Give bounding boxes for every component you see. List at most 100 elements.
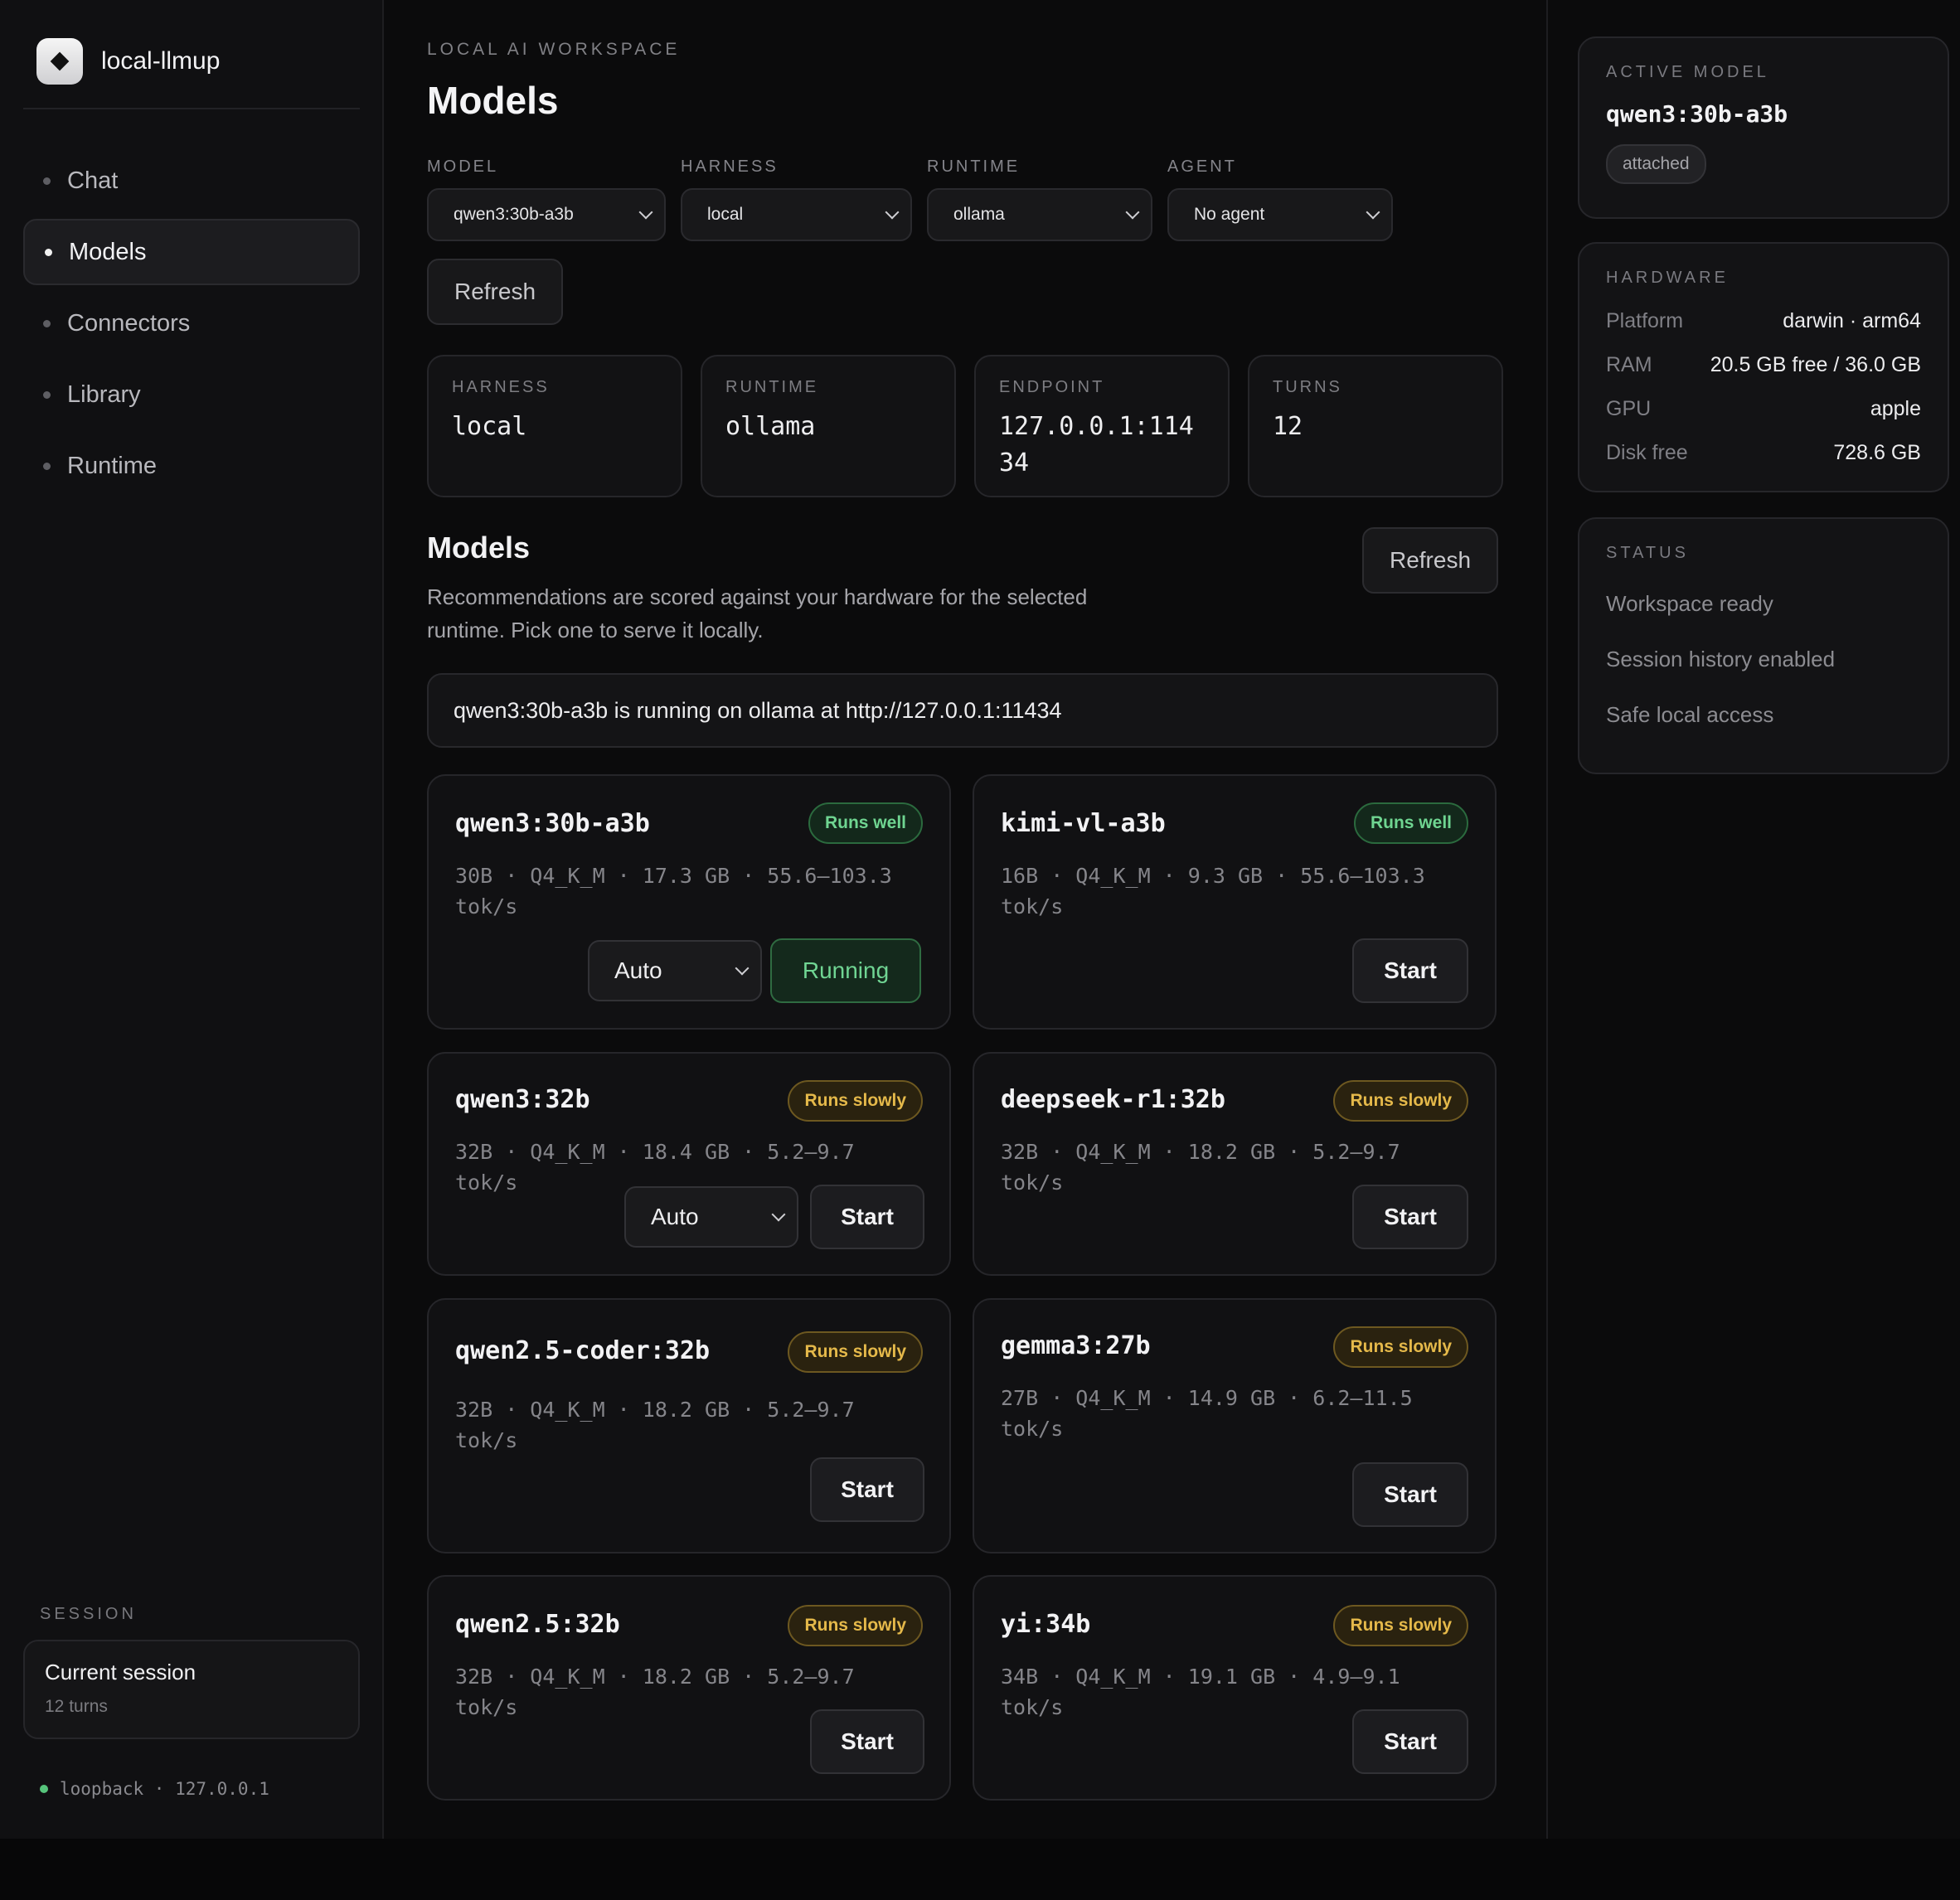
stat-label: RUNTIME xyxy=(725,378,819,396)
harness-select[interactable]: local xyxy=(681,188,912,241)
selector-row: MODEL qwen3:30b-a3b HARNESS local RUNTIM… xyxy=(427,158,1408,241)
bullet-icon xyxy=(43,462,51,470)
stat-turns: TURNS 12 xyxy=(1248,355,1503,497)
agent-selector-group: AGENT No agent xyxy=(1167,158,1393,241)
sidebar-item-runtime[interactable]: Runtime xyxy=(23,433,360,499)
status-badge: Runs slowly xyxy=(788,1080,923,1122)
start-button[interactable]: Start xyxy=(810,1185,924,1249)
model-name: gemma3:27b xyxy=(1001,1331,1151,1360)
model-select-value: qwen3:30b-a3b xyxy=(454,205,574,224)
model-card: qwen2.5-coder:32b Runs slowly 32B · Q4_K… xyxy=(427,1298,951,1553)
hardware-row-ram: RAM 20.5 GB free / 36.0 GB xyxy=(1606,353,1921,377)
model-spec: 27B · Q4_K_M · 14.9 GB · 6.2–11.5 tok/s xyxy=(1001,1386,1413,1441)
models-refresh-button[interactable]: Refresh xyxy=(1362,527,1498,594)
running-button[interactable]: Running xyxy=(770,938,921,1003)
sidebar-item-label: Chat xyxy=(67,167,119,194)
start-button[interactable]: Start xyxy=(1352,938,1468,1003)
brand-name: local-llmup xyxy=(101,47,221,75)
stat-harness: HARNESS local xyxy=(427,355,682,497)
sidebar: local-llmup Chat Models Connectors Libra… xyxy=(0,0,384,1839)
hw-value: 728.6 GB xyxy=(1833,441,1921,464)
start-button[interactable]: Start xyxy=(1352,1185,1468,1249)
runtime-label: RUNTIME xyxy=(927,158,1021,176)
quant-select[interactable]: Auto xyxy=(624,1186,798,1248)
brand[interactable]: local-llmup xyxy=(36,38,220,85)
hardware-panel: HARDWARE Platform darwin · arm64 RAM 20.5 … xyxy=(1578,242,1949,492)
stat-endpoint: ENDPOINT 127.0.0.1:11434 xyxy=(974,355,1230,497)
model-name: deepseek-r1:32b xyxy=(1001,1085,1225,1114)
bullet-icon xyxy=(43,319,51,327)
model-spec: 30B · Q4_K_M · 17.3 GB · 55.6–103.3 tok/… xyxy=(455,864,892,918)
stat-label: TURNS xyxy=(1273,378,1342,396)
harness-select-value: local xyxy=(707,205,744,224)
start-button[interactable]: Start xyxy=(810,1457,924,1522)
refresh-button[interactable]: Refresh xyxy=(427,259,563,325)
sidebar-item-connectors[interactable]: Connectors xyxy=(23,290,360,356)
model-select[interactable]: qwen3:30b-a3b xyxy=(427,188,666,241)
stat-value: 127.0.0.1:11434 xyxy=(999,412,1194,477)
status-dot-icon xyxy=(40,1785,48,1793)
status-badge: Runs slowly xyxy=(1333,1080,1468,1122)
chevron-down-icon xyxy=(1366,205,1380,220)
sidebar-item-library[interactable]: Library xyxy=(23,361,360,428)
model-card: qwen2.5:32b Runs slowly 32B · Q4_K_M · 1… xyxy=(427,1575,951,1801)
model-card: kimi-vl-a3b Runs well 16B · Q4_K_M · 9.3… xyxy=(973,774,1497,1030)
model-card: qwen3:30b-a3b Runs well 30B · Q4_K_M · 1… xyxy=(427,774,951,1030)
model-selector-group: MODEL qwen3:30b-a3b xyxy=(427,158,666,241)
sidebar-item-label: Models xyxy=(69,238,147,265)
model-name: qwen3:32b xyxy=(455,1085,590,1114)
main-content: LOCAL AI WORKSPACE Models MODEL qwen3:30… xyxy=(384,0,1546,1839)
sidebar-item-models[interactable]: Models xyxy=(23,219,360,285)
runtime-select[interactable]: ollama xyxy=(927,188,1152,241)
sidebar-item-label: Connectors xyxy=(67,309,191,337)
hw-key: Platform xyxy=(1606,309,1684,332)
hardware-row-disk: Disk free 728.6 GB xyxy=(1606,441,1921,465)
chevron-down-icon xyxy=(735,961,750,976)
model-name: qwen3:30b-a3b xyxy=(455,809,650,838)
chevron-down-icon xyxy=(1125,205,1140,220)
page-title: Models xyxy=(427,79,559,122)
eyebrow: LOCAL AI WORKSPACE xyxy=(427,40,681,59)
sidebar-item-chat[interactable]: Chat xyxy=(23,148,360,214)
panel-label: STATUS xyxy=(1606,544,1689,562)
start-button[interactable]: Start xyxy=(810,1709,924,1774)
stat-value: local xyxy=(452,412,527,441)
quant-select[interactable]: Auto xyxy=(588,940,762,1001)
start-button[interactable]: Start xyxy=(1352,1462,1468,1527)
session-turns: 12 turns xyxy=(45,1697,108,1716)
sidebar-nav: Chat Models Connectors Library Runtime xyxy=(23,148,360,504)
agent-label: AGENT xyxy=(1167,158,1237,176)
hw-value: apple xyxy=(1870,397,1921,420)
chevron-down-icon xyxy=(885,205,900,220)
bullet-icon xyxy=(43,390,51,399)
status-badge: Runs well xyxy=(808,802,923,844)
stats-row: HARNESS local RUNTIME ollama ENDPOINT 12… xyxy=(427,355,1521,497)
agent-select[interactable]: No agent xyxy=(1167,188,1393,241)
stat-value: 12 xyxy=(1273,412,1303,441)
hw-value: darwin · arm64 xyxy=(1783,309,1921,332)
model-card: deepseek-r1:32b Runs slowly 32B · Q4_K_M… xyxy=(973,1052,1497,1276)
start-button[interactable]: Start xyxy=(1352,1709,1468,1774)
active-model-panel: ACTIVE MODEL qwen3:30b-a3b attached xyxy=(1578,36,1949,219)
status-badge: Runs slowly xyxy=(788,1605,923,1646)
loopback-text: loopback · 127.0.0.1 xyxy=(60,1779,269,1799)
model-name: qwen2.5-coder:32b xyxy=(455,1336,711,1365)
runtime-select-value: ollama xyxy=(953,205,1005,224)
chevron-down-icon xyxy=(771,1207,786,1222)
hw-key: RAM xyxy=(1606,353,1652,376)
status-item: Workspace ready xyxy=(1606,591,1773,616)
stat-runtime: RUNTIME ollama xyxy=(701,355,956,497)
session-label: SESSION xyxy=(40,1605,137,1623)
panel-label: HARDWARE xyxy=(1606,269,1729,287)
hw-value: 20.5 GB free / 36.0 GB xyxy=(1710,353,1921,376)
model-name: qwen2.5:32b xyxy=(455,1610,620,1639)
model-name: yi:34b xyxy=(1001,1610,1091,1639)
section-title: Models xyxy=(427,531,531,565)
current-session-card[interactable]: Current session 12 turns xyxy=(23,1640,360,1739)
section-description: Recommendations are scored against your … xyxy=(427,584,1088,642)
model-name: kimi-vl-a3b xyxy=(1001,809,1166,838)
stat-label: ENDPOINT xyxy=(999,378,1105,396)
active-model-name: qwen3:30b-a3b xyxy=(1606,100,1788,128)
status-badge: Runs well xyxy=(1353,802,1468,844)
diamond-icon xyxy=(36,38,83,85)
